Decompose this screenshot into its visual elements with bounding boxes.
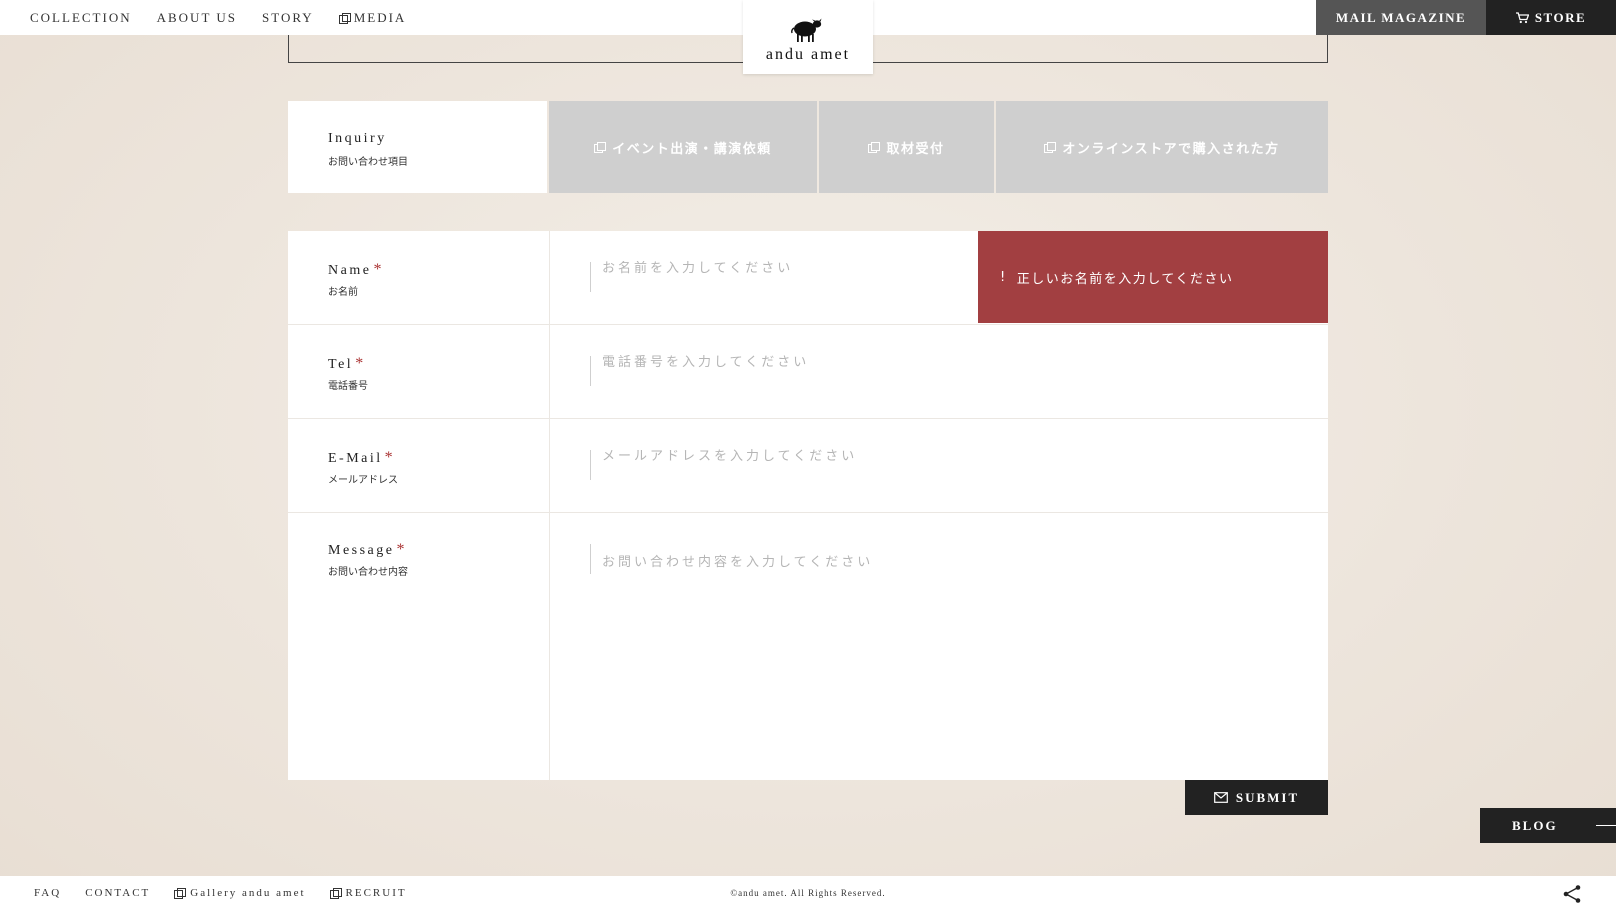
copyright: ©andu amet. All Rights Reserved. <box>730 888 886 898</box>
blog-line-decoration <box>1596 825 1616 826</box>
form-row-name: Name* お名前 ! 正しいお名前を入力してください <box>288 231 1328 325</box>
form-row-email: E-Mail * メールアドレス <box>288 419 1328 513</box>
contact-form: Name* お名前 ! 正しいお名前を入力してください Tel* 電話番号 E-… <box>288 231 1328 780</box>
external-link-icon <box>338 12 351 24</box>
message-textarea[interactable] <box>602 551 1252 731</box>
name-error-text: 正しいお名前を入力してください <box>1016 271 1234 287</box>
form-row-message: Message * お問い合わせ内容 <box>288 513 1328 780</box>
external-link-icon <box>594 142 607 153</box>
required-mark: * <box>396 541 407 558</box>
tab-online-store[interactable]: オンラインストアで購入された方 <box>996 101 1328 193</box>
share-icon[interactable] <box>1562 884 1582 904</box>
name-label-en: Name <box>328 263 372 278</box>
message-field-wrap <box>550 513 1328 780</box>
tel-input[interactable] <box>602 355 982 370</box>
mail-magazine-button[interactable]: MAIL MAGAZINE <box>1316 0 1486 35</box>
required-mark: * <box>355 355 366 372</box>
store-label: STORE <box>1534 9 1587 25</box>
input-cursor-bar <box>590 262 591 292</box>
name-error-message: ! 正しいお名前を入力してください <box>978 231 1328 323</box>
mail-magazine-label: MAIL MAGAZINE <box>1335 9 1467 25</box>
blog-button[interactable]: BLOG <box>1480 808 1616 843</box>
tel-field-wrap <box>550 325 1328 418</box>
mail-icon <box>1213 792 1228 803</box>
input-cursor-bar <box>590 544 591 574</box>
tab-online-store-label: オンラインストアで購入された方 <box>1062 141 1280 157</box>
form-row-tel: Tel * 電話番号 <box>288 325 1328 419</box>
external-link-icon <box>1044 142 1057 153</box>
nav-collection-label: COLLECTION <box>30 9 132 25</box>
tel-label-jp: 電話番号 <box>328 381 368 392</box>
email-input[interactable] <box>602 449 982 464</box>
name-label: Name * お名前 <box>288 231 550 324</box>
nav-collection[interactable]: COLLECTION <box>30 10 132 26</box>
message-label-jp: お問い合わせ内容 <box>328 567 408 578</box>
external-link-icon <box>868 142 881 153</box>
inquiry-label-jp: お問い合わせ項目 <box>328 157 408 168</box>
nav-about-label: ABOUT US <box>156 9 238 25</box>
submit-button[interactable]: SUBMIT <box>1185 780 1328 815</box>
main-nav: COLLECTION ABOUT US STORY MEDIA <box>30 0 406 35</box>
logo-text: andu amet <box>765 46 851 63</box>
sheep-logo-icon <box>791 18 822 42</box>
name-input[interactable] <box>602 261 982 276</box>
nav-media-label: MEDIA <box>353 9 407 25</box>
inquiry-tabs: Inquiry お問い合わせ項目 イベント出演・講演依頼 取材受付 オンラインス… <box>288 101 1328 193</box>
email-label-jp: メールアドレス <box>328 475 398 486</box>
input-cursor-bar <box>590 450 591 480</box>
message-label: Message * お問い合わせ内容 <box>288 513 550 780</box>
tab-press[interactable]: 取材受付 <box>819 101 994 193</box>
name-label-jp: お名前 <box>328 287 358 298</box>
nav-about-us[interactable]: ABOUT US <box>157 10 237 26</box>
store-button[interactable]: STORE <box>1486 0 1616 35</box>
nav-story-label: STORY <box>262 9 314 25</box>
input-cursor-bar <box>590 356 591 386</box>
required-mark: * <box>373 261 384 278</box>
required-mark: * <box>384 449 396 466</box>
tab-press-label: 取材受付 <box>886 141 945 157</box>
blog-label: BLOG <box>1512 817 1558 833</box>
nav-media[interactable]: MEDIA <box>338 9 407 26</box>
logo[interactable]: andu amet <box>743 0 873 74</box>
footer: FAQ CONTACT Gallery andu amet RECRUIT ©a… <box>0 876 1616 910</box>
tel-label-en: Tel <box>328 357 354 372</box>
name-field-wrap: ! 正しいお名前を入力してください <box>550 231 1328 324</box>
message-label-en: Message <box>328 543 395 558</box>
cart-icon <box>1515 11 1529 23</box>
inquiry-label-en: Inquiry <box>328 131 387 146</box>
email-label: E-Mail * メールアドレス <box>288 419 550 512</box>
tab-event-lecture-label: イベント出演・講演依頼 <box>612 141 772 157</box>
nav-story[interactable]: STORY <box>262 10 314 26</box>
email-field-wrap <box>550 419 1328 512</box>
inquiry-label: Inquiry お問い合わせ項目 <box>288 101 547 193</box>
tab-event-lecture[interactable]: イベント出演・講演依頼 <box>549 101 817 193</box>
error-icon: ! <box>1000 269 1007 285</box>
tel-label: Tel * 電話番号 <box>288 325 550 418</box>
submit-label: SUBMIT <box>1235 789 1300 805</box>
email-label-en: E-Mail <box>328 451 383 466</box>
